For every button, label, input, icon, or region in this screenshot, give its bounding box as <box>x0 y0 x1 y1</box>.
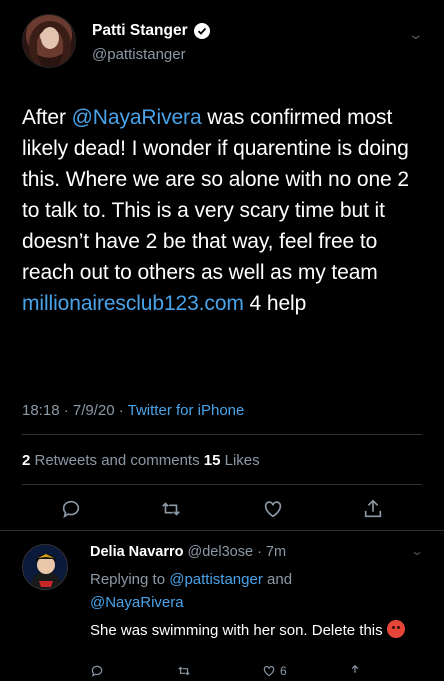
reply-actions: 6 <box>90 664 422 681</box>
like-icon[interactable] <box>258 494 288 524</box>
reply-handle-time[interactable]: @del3ose · 7m <box>184 544 287 560</box>
reply-likes-count: 6 <box>280 664 287 678</box>
divider <box>22 484 422 485</box>
avatar[interactable] <box>22 14 76 68</box>
reply-text: She was swimming with her son. Delete th… <box>90 620 420 642</box>
timestamp: 18:18 · 7/9/20 · <box>22 402 128 419</box>
tweet-text-part: was confirmed most likely dead! I wonder… <box>22 106 409 284</box>
replying-prefix: Replying to <box>90 571 170 588</box>
angry-face-emoji-icon <box>386 620 405 638</box>
retweet-icon[interactable] <box>156 494 186 524</box>
author-line: Patti Stanger <box>92 22 210 40</box>
tweet-meta: 18:18 · 7/9/20 · Twitter for iPhone <box>22 402 244 419</box>
verified-badge-icon <box>193 23 210 39</box>
tweet-actions <box>22 494 422 524</box>
reply-author-line: Delia Navarro @del3ose · 7m <box>90 544 286 560</box>
reply-text-content: She was swimming with her son. Delete th… <box>90 622 387 639</box>
retweet-icon[interactable] <box>176 664 192 678</box>
handle[interactable]: @pattistanger <box>92 46 186 63</box>
retweets-label[interactable]: Retweets and comments <box>30 452 203 469</box>
url-link[interactable]: millionairesclub123.com <box>22 292 244 315</box>
replying-to: Replying to @pattistanger and @NayaRiver… <box>90 568 420 614</box>
reply-avatar[interactable] <box>22 544 68 590</box>
mention-link[interactable]: @pattistanger <box>169 571 263 588</box>
tweet-text: After @NayaRivera was confirmed most lik… <box>22 102 422 319</box>
chevron-down-icon[interactable]: ⌄ <box>408 26 424 43</box>
divider <box>22 434 422 435</box>
tweet-text-part: After <box>22 106 72 129</box>
mention-link[interactable]: @NayaRivera <box>72 106 202 129</box>
reply-icon[interactable] <box>56 494 86 524</box>
divider <box>0 530 444 531</box>
reply-icon[interactable] <box>90 664 104 678</box>
display-name[interactable]: Patti Stanger <box>92 22 188 40</box>
share-icon[interactable] <box>358 494 388 524</box>
tweet-text-part: 4 help <box>243 292 307 315</box>
share-icon[interactable] <box>348 664 362 678</box>
engagement-stats: 2 Retweets and comments 15 Likes <box>22 452 260 469</box>
mention-link[interactable]: @NayaRivera <box>90 594 184 611</box>
replying-and: and <box>262 571 293 588</box>
chevron-down-icon[interactable]: ⌄ <box>410 544 424 558</box>
reply-display-name[interactable]: Delia Navarro <box>90 544 184 560</box>
like-button[interactable]: 6 <box>262 664 287 678</box>
likes-count[interactable]: 15 <box>204 452 221 469</box>
source-link[interactable]: Twitter for iPhone <box>128 402 245 419</box>
like-icon <box>263 666 275 677</box>
likes-label[interactable]: Likes <box>220 452 260 469</box>
